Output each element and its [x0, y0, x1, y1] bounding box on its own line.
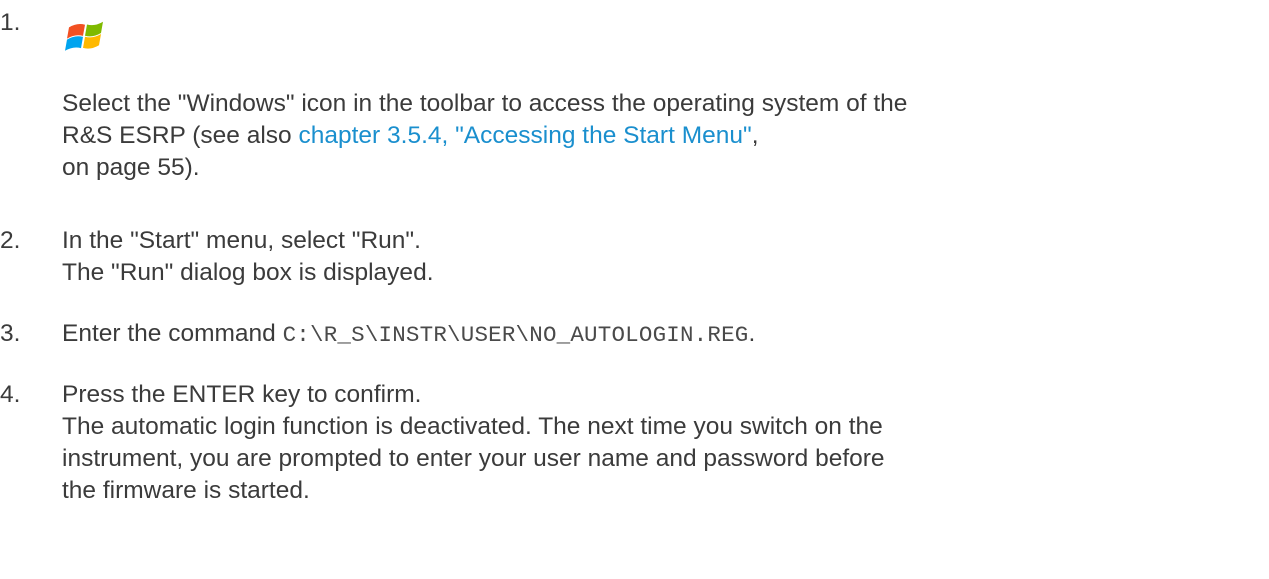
step-4-line-4: the firmware is started.: [62, 477, 310, 504]
command-path: C:\R_S\INSTR\USER\NO_AUTOLOGIN.REG: [282, 322, 749, 348]
step-number: 2.: [0, 227, 21, 254]
step-number: 4.: [0, 381, 21, 408]
step-1-line-2-suffix: ,: [751, 122, 759, 149]
windows-logo-icon[interactable]: [63, 14, 111, 54]
step-4-line-2: The automatic login function is deactiva…: [62, 413, 883, 440]
step-1-line-2-prefix: R&S ESRP (see also: [62, 122, 299, 149]
step-number: 3.: [0, 320, 21, 347]
step-4-line-3: instrument, you are prompted to enter yo…: [62, 445, 885, 472]
step-1-line-2: R&S ESRP (see also chapter 3.5.4, "Acces…: [62, 120, 1262, 152]
step-2-line-2: The "Run" dialog box is displayed.: [62, 259, 434, 286]
step-3-suffix: .: [748, 320, 756, 347]
step-1-line-1: Select the "Windows" icon in the toolbar…: [62, 90, 908, 117]
step-4-line-1: Press the ENTER key to confirm.: [62, 381, 422, 408]
step-3-line-1: Enter the command C:\R_S\INSTR\USER\NO_A…: [62, 318, 1262, 351]
step-3-prefix: Enter the command: [62, 320, 283, 347]
step-2-line-1: In the "Start" menu, select "Run".: [62, 227, 421, 254]
step-1-line-3: on page 55).: [62, 154, 200, 181]
step-number: 1.: [0, 9, 21, 36]
chapter-link[interactable]: chapter 3.5.4, "Accessing the Start Menu…: [298, 122, 751, 149]
